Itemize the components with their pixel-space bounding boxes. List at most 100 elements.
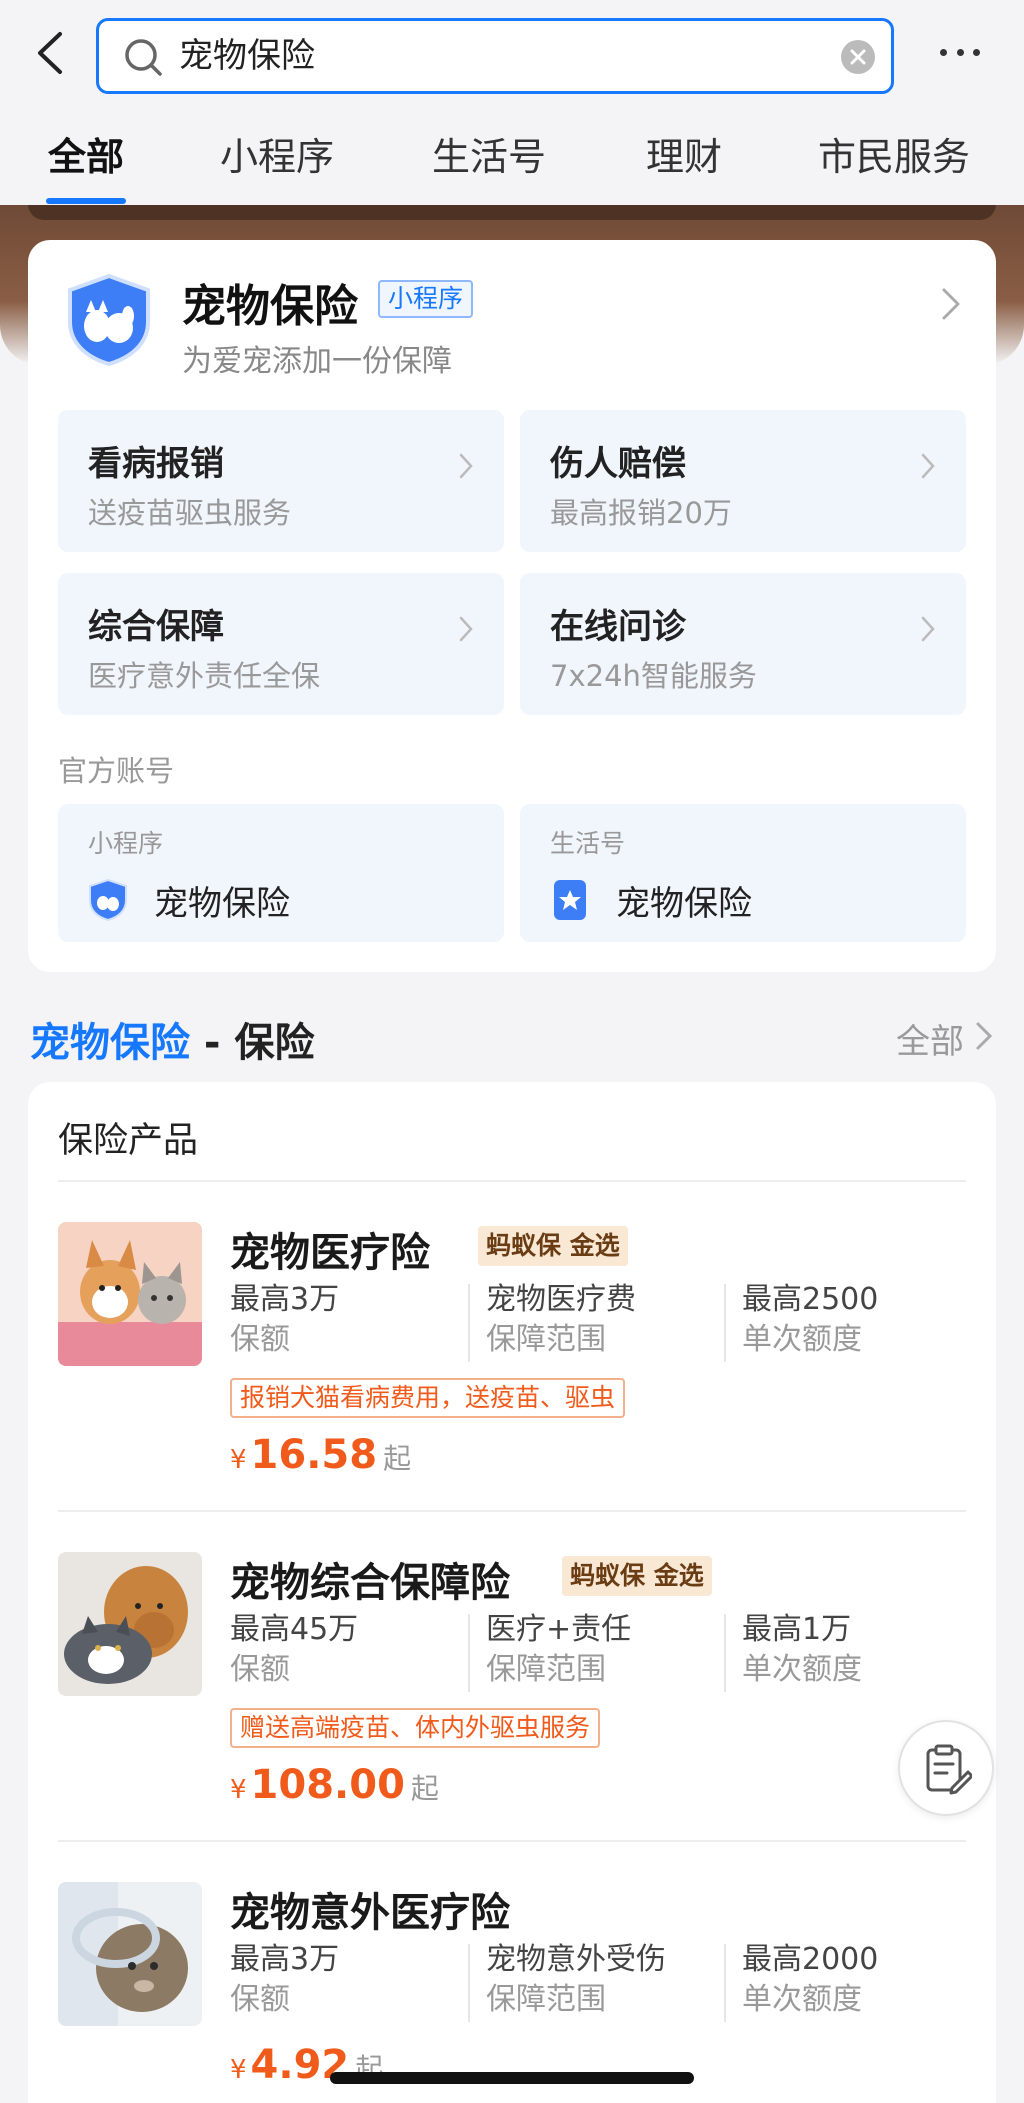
- chevron-right-icon[interactable]: [974, 1020, 994, 1052]
- product-name: 宠物医疗险: [230, 1230, 430, 1276]
- star-badge-icon: [554, 880, 586, 920]
- spec-value: 最高3万: [230, 1282, 340, 1317]
- spec-label: 保障范围: [486, 1322, 606, 1357]
- shield-pet-icon: [68, 273, 150, 367]
- clear-icon[interactable]: [841, 40, 875, 74]
- price-suffix: 起: [383, 1442, 412, 1475]
- spec-value: 最高2500: [742, 1282, 879, 1317]
- service-subtitle: 最高报销20万: [550, 496, 732, 530]
- chevron-right-icon: [459, 616, 473, 642]
- divider: [58, 1180, 966, 1182]
- spec-separator: [724, 1614, 726, 1692]
- mini-program-badge: 小程序: [378, 280, 474, 318]
- search-input[interactable]: 宠物保险: [96, 18, 894, 94]
- tab-all[interactable]: 全部: [48, 122, 124, 192]
- spec-separator: [724, 1284, 726, 1362]
- spec-coverage-scope: 医疗+责任 保障范围: [486, 1610, 736, 1690]
- service-tile-online-consult[interactable]: 在线问诊 7x24h智能服务: [520, 573, 966, 715]
- account-type: 小程序: [88, 829, 164, 858]
- chevron-right-icon: [921, 616, 935, 642]
- search-query[interactable]: 宠物保险: [179, 21, 315, 91]
- service-title: 综合保障: [88, 607, 224, 647]
- spec-separator: [468, 1944, 470, 2022]
- mini-program-subtitle: 为爱宠添加一份保障: [182, 344, 452, 379]
- account-name: 宠物保险: [154, 884, 290, 924]
- product-image: [58, 1882, 202, 2026]
- more-icon[interactable]: [940, 34, 980, 70]
- spec-value: 医疗+责任: [486, 1612, 632, 1647]
- back-button[interactable]: [30, 28, 70, 78]
- spec-separator: [468, 1614, 470, 1692]
- service-subtitle: 7x24h智能服务: [550, 659, 757, 693]
- product-item-medical[interactable]: 宠物医疗险 蚂蚁保 金选 最高3万 保额 宠物医疗费 保障范围 最高2500 单…: [58, 1222, 968, 1522]
- spec-coverage-scope: 宠物医疗费 保障范围: [486, 1280, 736, 1360]
- section-title: 宠物保险 - 保险: [30, 1010, 314, 1068]
- spec-label: 单次额度: [742, 1652, 862, 1687]
- feedback-button[interactable]: [898, 1720, 994, 1816]
- chevron-right-icon: [459, 453, 473, 479]
- spec-label: 保额: [230, 1652, 290, 1687]
- spec-label: 保障范围: [486, 1652, 606, 1687]
- mini-program-card[interactable]: 宠物保险 小程序 为爱宠添加一份保障 看病报销 送疫苗驱虫服务 伤人赔偿 最高报…: [28, 240, 996, 972]
- spec-coverage-amount: 最高45万 保额: [230, 1610, 480, 1690]
- edit-note-icon: [926, 1744, 972, 1795]
- account-name: 宠物保险: [616, 884, 752, 924]
- tab-life-account[interactable]: 生活号: [432, 122, 546, 192]
- chevron-right-icon: [921, 453, 935, 479]
- tab-citizen-service[interactable]: 市民服务: [818, 122, 970, 192]
- official-account-life[interactable]: 生活号 宠物保险: [520, 804, 966, 942]
- service-tile-vet-reimburse[interactable]: 看病报销 送疫苗驱虫服务: [58, 410, 504, 552]
- spec-separator: [468, 1284, 470, 1362]
- price-currency: ¥: [230, 1775, 247, 1805]
- product-price: ¥108.00 起: [230, 1762, 439, 1808]
- official-accounts-label: 官方账号: [58, 754, 175, 788]
- product-price: ¥16.58 起: [230, 1432, 411, 1478]
- product-item-comprehensive[interactable]: 宠物综合保障险 蚂蚁保 金选 最高45万 保额 医疗+责任 保障范围 最高1万 …: [58, 1552, 968, 1852]
- spec-single-limit: 最高2500 单次额度: [742, 1280, 992, 1360]
- price-currency: ¥: [230, 1445, 247, 1475]
- section-title-keyword: 宠物保险: [30, 1020, 190, 1066]
- section-more-link[interactable]: 全部: [896, 1014, 964, 1063]
- tab-finance[interactable]: 理财: [646, 122, 722, 192]
- spec-coverage-amount: 最高3万 保额: [230, 1280, 480, 1360]
- home-indicator: [330, 2072, 694, 2084]
- price-value: 108.00: [250, 1762, 405, 1808]
- service-tile-comprehensive[interactable]: 综合保障 医疗意外责任全保: [58, 573, 504, 715]
- tab-bar: 全部 小程序 生活号 理财 市民服务: [0, 122, 1024, 206]
- service-tile-injury-compensation[interactable]: 伤人赔偿 最高报销20万: [520, 410, 966, 552]
- section-title-rest: - 保险: [190, 1020, 315, 1066]
- spec-value: 最高1万: [742, 1612, 852, 1647]
- product-name: 宠物综合保障险: [230, 1560, 510, 1606]
- promo-tag: 报销犬猫看病费用，送疫苗、驱虫: [230, 1378, 626, 1418]
- service-title: 看病报销: [88, 444, 224, 484]
- product-image: [58, 1552, 202, 1696]
- products-header: 保险产品: [58, 1121, 199, 1161]
- back-icon: [38, 32, 62, 74]
- product-item-accident[interactable]: 宠物意外医疗险 最高3万 保额 宠物意外受伤 保障范围 最高2000 单次额度 …: [58, 1882, 968, 2103]
- shield-pet-icon: [89, 878, 127, 922]
- spec-coverage-scope: 宠物意外受伤 保障范围: [486, 1940, 736, 2020]
- spec-value: 宠物医疗费: [486, 1282, 636, 1317]
- divider: [58, 1510, 966, 1512]
- chevron-right-icon[interactable]: [940, 286, 962, 322]
- mini-program-name[interactable]: 宠物保险: [182, 270, 358, 334]
- top-bar: 宠物保险 全部 小程序 生活号 理财 市民服务: [0, 0, 1024, 205]
- spec-label: 保额: [230, 1322, 290, 1357]
- tab-mini-program[interactable]: 小程序: [220, 122, 334, 192]
- product-tag: 蚂蚁保 金选: [478, 1226, 628, 1266]
- service-title: 伤人赔偿: [550, 444, 686, 484]
- spec-label: 单次额度: [742, 1982, 862, 2017]
- spec-single-limit: 最高1万 单次额度: [742, 1610, 992, 1690]
- service-subtitle: 送疫苗驱虫服务: [88, 496, 292, 530]
- divider: [58, 1840, 966, 1842]
- product-image: [58, 1222, 202, 1366]
- product-tag: 蚂蚁保 金选: [562, 1556, 712, 1596]
- insurance-products-card: 保险产品 宠物医疗险 蚂蚁保 金选 最高3万 保额 宠物医疗费 保障范围 最高2…: [28, 1082, 996, 2103]
- account-type: 生活号: [550, 829, 626, 858]
- price-suffix: 起: [410, 1772, 439, 1805]
- official-account-mini-program[interactable]: 小程序 宠物保险: [58, 804, 504, 942]
- spec-value: 最高3万: [230, 1942, 340, 1977]
- service-title: 在线问诊: [550, 607, 686, 647]
- spec-label: 保额: [230, 1982, 290, 2017]
- spec-single-limit: 最高2000 单次额度: [742, 1940, 992, 2020]
